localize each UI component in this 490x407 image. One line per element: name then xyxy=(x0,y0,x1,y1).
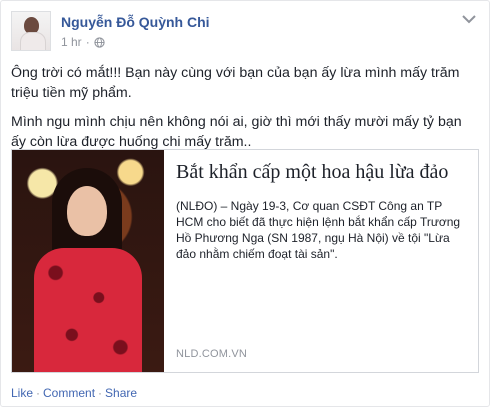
timestamp-row: 1 hr · xyxy=(61,35,210,49)
share-link[interactable]: Share xyxy=(105,386,137,400)
chevron-down-icon[interactable] xyxy=(461,13,477,25)
globe-icon[interactable] xyxy=(94,36,105,48)
link-body: Bắt khẩn cấp một hoa hậu lừa đảo (NLĐO) … xyxy=(164,150,478,372)
like-link[interactable]: Like xyxy=(11,386,33,400)
avatar-body xyxy=(20,32,46,50)
thumbnail-face xyxy=(67,186,107,236)
comment-link[interactable]: Comment xyxy=(43,386,95,400)
action-separator: · xyxy=(98,386,103,400)
timestamp-separator: · xyxy=(85,35,90,49)
post-meta: Nguyễn Đỗ Quỳnh Chi 1 hr · xyxy=(61,14,210,51)
author-name[interactable]: Nguyễn Đỗ Quỳnh Chi xyxy=(61,14,210,31)
link-domain: NLD.COM.VN xyxy=(176,348,248,360)
link-thumbnail[interactable] xyxy=(12,150,164,372)
shared-link-card[interactable]: Bắt khẩn cấp một hoa hậu lừa đảo (NLĐO) … xyxy=(11,149,479,373)
link-description: (NLĐO) – Ngày 19-3, Cơ quan CSĐT Công an… xyxy=(176,199,461,261)
post-card: Nguyễn Đỗ Quỳnh Chi 1 hr · Ông trời có m… xyxy=(0,0,490,407)
thumbnail-dress xyxy=(34,248,142,372)
post-actions: Like · Comment · Share xyxy=(11,386,137,400)
link-title[interactable]: Bắt khẩn cấp một hoa hậu lừa đảo xyxy=(176,160,466,184)
avatar[interactable] xyxy=(11,11,51,51)
post-paragraph-2: Mình ngu mình chịu nên không nói ai, giờ… xyxy=(11,114,462,150)
action-separator: · xyxy=(36,386,41,400)
post-header: Nguyễn Đỗ Quỳnh Chi 1 hr · xyxy=(11,11,210,51)
timestamp[interactable]: 1 hr xyxy=(61,35,82,49)
post-paragraph-1: Ông trời có mắt!!! Bạn này cùng với bạn … xyxy=(11,65,460,101)
post-text: Ông trời có mắt!!! Bạn này cùng với bạn … xyxy=(11,63,479,161)
